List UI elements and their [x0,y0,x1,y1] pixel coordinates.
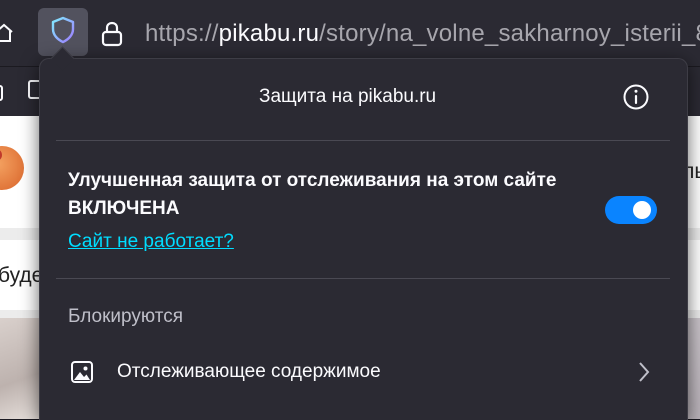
site-not-working-link[interactable]: Сайт не работает? [68,229,234,255]
post-photo [0,318,40,419]
post-photo [686,318,700,419]
page-text-fragment: буде [0,264,44,287]
image-icon [70,360,94,384]
url-prefix: https:// [145,20,219,47]
panel-title: Защита на pikabu.ru [259,86,437,107]
shield-icon [50,16,76,49]
divider [56,278,670,279]
toggle-knob [633,201,651,219]
url-path: /story/na_volne_sakharnoy_isterii_89 [319,20,700,47]
url-bar[interactable]: https://pikabu.ru/story/na_volne_sakharn… [145,16,700,52]
chevron-right-icon [636,359,652,385]
tracking-protection-description: Улучшенная защита от отслеживания на это… [68,170,557,191]
bookmark-icon[interactable] [0,84,6,102]
blocked-section-heading: Блокируются [68,306,184,327]
tracking-protection-toggle[interactable] [605,196,657,224]
url-host: pikabu.ru [218,20,320,47]
home-icon[interactable] [0,22,14,44]
blocked-item-tracking-content[interactable]: Отслеживающее содержимое [56,346,670,398]
browser-toolbar: https://pikabu.ru/story/na_volne_sakharn… [0,0,700,66]
divider [56,140,670,141]
tracking-protection-status: ВКЛЮЧЕНА [68,198,180,219]
info-icon[interactable] [622,83,650,111]
lock-icon[interactable] [99,20,125,48]
blocked-item-label: Отслеживающее содержимое [117,361,381,382]
